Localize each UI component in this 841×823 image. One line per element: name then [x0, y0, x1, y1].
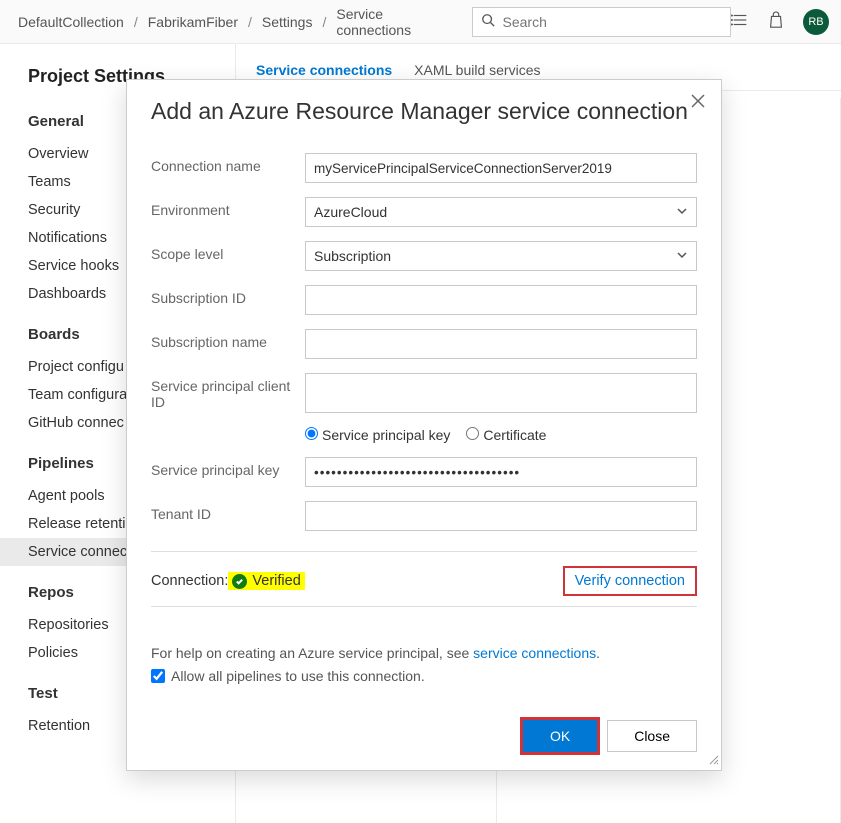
connection-name-input[interactable]	[305, 153, 697, 183]
help-link[interactable]: service connections	[473, 645, 596, 661]
sp-key-input[interactable]	[305, 457, 697, 487]
scope-level-select[interactable]: Subscription	[305, 241, 697, 271]
subscription-name-input[interactable]	[305, 329, 697, 359]
environment-select[interactable]: AzureCloud	[305, 197, 697, 227]
ok-button[interactable]: OK	[523, 720, 597, 752]
sp-client-id-input[interactable]	[305, 373, 697, 413]
chevron-down-icon	[676, 248, 688, 264]
avatar[interactable]: RB	[803, 9, 829, 35]
top-bar: DefaultCollection/ FabrikamFiber/ Settin…	[0, 0, 841, 44]
label-environment: Environment	[151, 197, 305, 218]
breadcrumb[interactable]: DefaultCollection	[12, 14, 130, 30]
breadcrumb[interactable]: Service connections	[330, 6, 461, 38]
dialog-title: Add an Azure Resource Manager service co…	[151, 98, 697, 125]
search-icon	[481, 13, 495, 30]
tenant-id-input[interactable]	[305, 501, 697, 531]
label-sp-client-id: Service principal client ID	[151, 373, 305, 410]
close-button[interactable]: Close	[607, 720, 697, 752]
label-subscription-id: Subscription ID	[151, 285, 305, 306]
breadcrumb[interactable]: Settings	[256, 14, 319, 30]
subscription-id-input[interactable]	[305, 285, 697, 315]
label-connection-name: Connection name	[151, 153, 305, 174]
label-sp-key: Service principal key	[151, 457, 305, 478]
close-icon[interactable]	[691, 94, 705, 111]
help-text: For help on creating an Azure service pr…	[151, 643, 697, 664]
radio-sp-key[interactable]: Service principal key	[305, 427, 450, 443]
chevron-down-icon	[676, 204, 688, 220]
shopping-bag-icon[interactable]	[767, 11, 785, 32]
search-input[interactable]	[503, 14, 723, 30]
verify-connection-button[interactable]: Verify connection	[563, 566, 697, 596]
list-icon[interactable]	[731, 11, 749, 32]
resize-handle-icon[interactable]	[707, 752, 719, 768]
breadcrumb[interactable]: FabrikamFiber	[142, 14, 244, 30]
radio-certificate[interactable]: Certificate	[466, 427, 546, 443]
add-connection-dialog: Add an Azure Resource Manager service co…	[126, 79, 722, 771]
tab-xaml-build[interactable]: XAML build services	[414, 62, 540, 78]
search-input-wrap[interactable]	[472, 7, 732, 37]
label-tenant-id: Tenant ID	[151, 501, 305, 522]
status-badge: Verified	[228, 572, 304, 590]
connection-label: Connection:	[151, 573, 228, 589]
check-circle-icon	[232, 574, 247, 589]
label-scope-level: Scope level	[151, 241, 305, 262]
allow-all-pipelines-checkbox[interactable]: Allow all pipelines to use this connecti…	[151, 668, 697, 684]
label-subscription-name: Subscription name	[151, 329, 305, 350]
tab-service-connections[interactable]: Service connections	[256, 62, 392, 78]
